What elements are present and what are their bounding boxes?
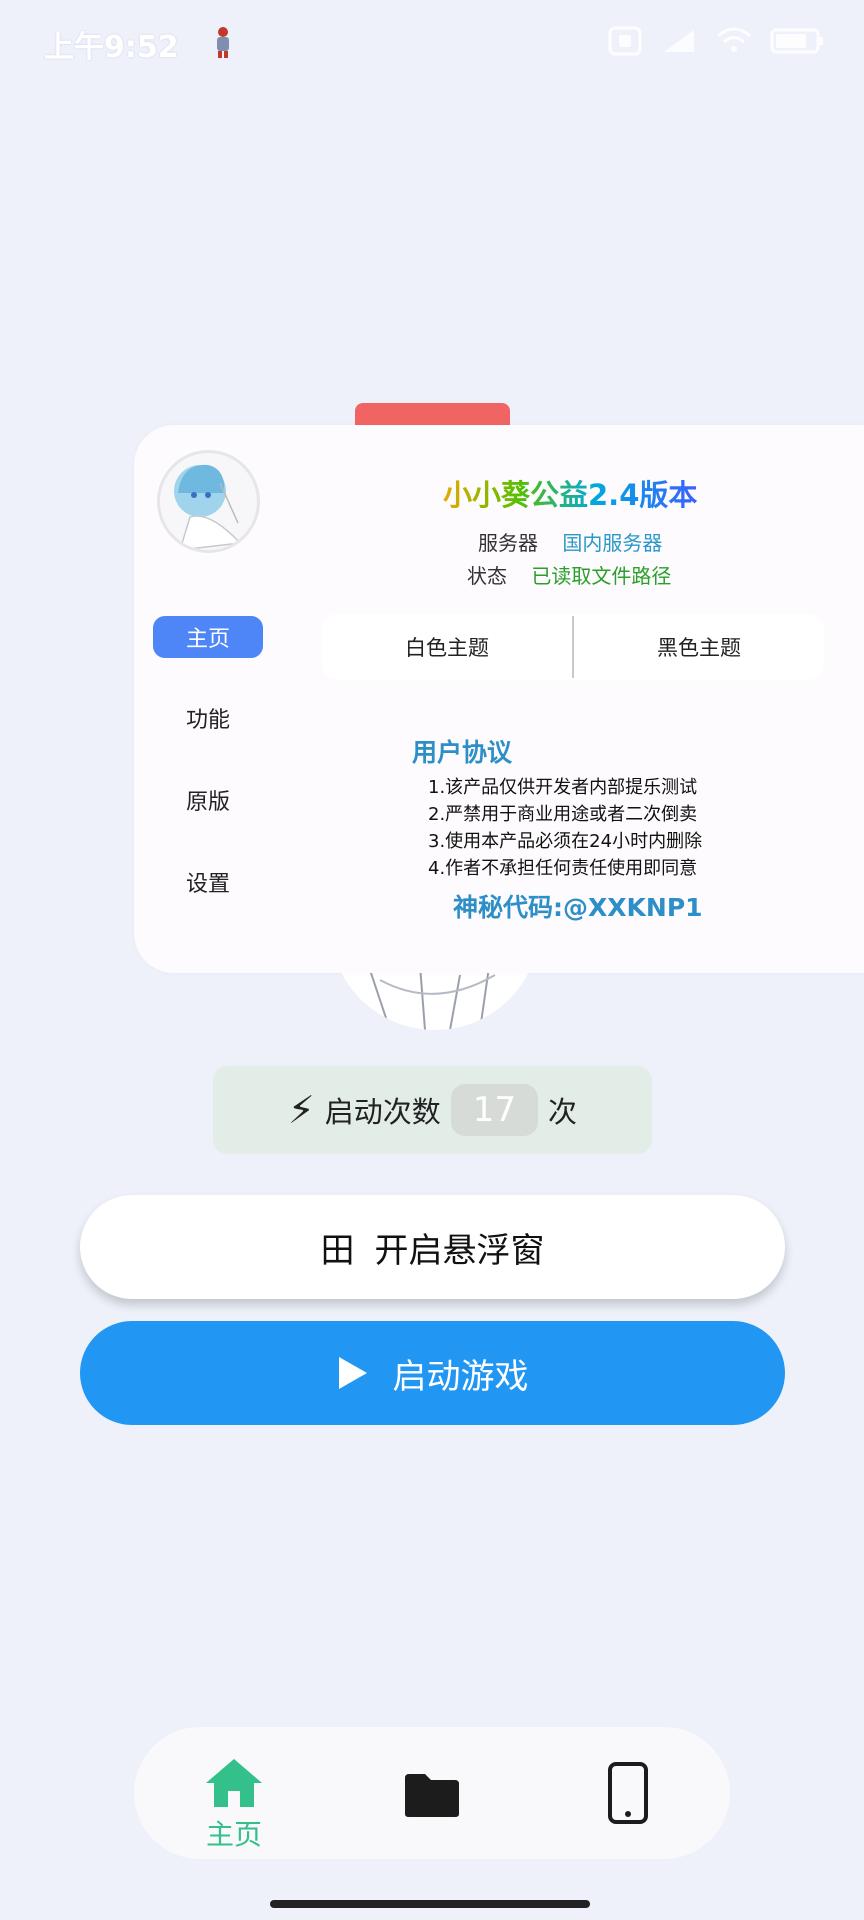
agreement-line: 4.作者不承担任何责任使用即同意 — [428, 858, 698, 879]
status-bar: 上午9:52 — [0, 0, 864, 90]
status-label: 状态 — [467, 564, 507, 588]
nav-home-label: 主页 — [205, 1818, 262, 1851]
server-value: 国内服务器 — [562, 531, 663, 555]
side-nav-original[interactable]: 原版 — [153, 779, 263, 821]
play-icon — [338, 1357, 367, 1389]
agreement-lines: 1.该产品仅供开发者内部提乐测试 2.严禁用于商业用途或者二次倒卖 3.使用本产… — [428, 774, 702, 882]
lightning-icon: ⚡ — [288, 1088, 315, 1132]
floating-window-label: 开启悬浮窗 — [374, 1230, 545, 1271]
launch-counter: ⚡ 启动次数 17 次 — [213, 1066, 652, 1154]
side-nav-settings[interactable]: 设置 — [153, 861, 263, 903]
folder-icon — [405, 1774, 459, 1817]
signal-icon — [664, 30, 694, 52]
theme-switch: 白色主题 黑色主题 — [322, 614, 824, 680]
start-game-label: 启动游戏 — [392, 1356, 529, 1397]
anime-avatar-icon — [174, 464, 242, 550]
avatar[interactable] — [157, 450, 260, 553]
wifi-icon — [717, 27, 751, 52]
agreement-line: 2.严禁用于商业用途或者二次倒卖 — [428, 804, 698, 825]
secret-code: 神秘代码:@XXKNP1 — [453, 893, 703, 922]
light-theme-button[interactable]: 白色主题 — [322, 614, 572, 680]
nav-files[interactable] — [382, 1772, 482, 1818]
status-row: 状态 已读取文件路径 — [467, 560, 671, 589]
status-value: 已读取文件路径 — [531, 564, 672, 588]
server-label: 服务器 — [478, 531, 538, 555]
dark-theme-button[interactable]: 黑色主题 — [574, 614, 824, 680]
grid-icon: 田 — [320, 1230, 355, 1271]
battery-icon — [770, 28, 823, 54]
floating-window-button[interactable]: 田 开启悬浮窗 — [80, 1195, 785, 1299]
counter-value: 17 — [450, 1084, 538, 1136]
agreement-title: 用户协议 — [411, 738, 512, 767]
server-row: 服务器 国内服务器 — [478, 527, 662, 556]
notification-figure-icon — [217, 27, 229, 58]
counter-label: 启动次数 — [324, 1095, 441, 1129]
home-indicator[interactable] — [270, 1900, 590, 1908]
status-icons — [608, 26, 824, 56]
status-time: 上午9:52 — [44, 30, 179, 65]
app-title: 小小葵公益2.4版本 — [443, 472, 697, 514]
nav-device[interactable] — [578, 1762, 678, 1824]
agreement-line: 1.该产品仅供开发者内部提乐测试 — [428, 777, 698, 798]
phone-icon — [608, 1762, 648, 1824]
home-icon — [206, 1759, 262, 1807]
counter-suffix: 次 — [547, 1095, 577, 1129]
agreement-line: 3.使用本产品必须在24小时内删除 — [428, 831, 703, 852]
side-nav-home[interactable]: 主页 — [153, 616, 263, 658]
start-game-button[interactable]: 启动游戏 — [80, 1321, 785, 1425]
nfc-icon — [608, 26, 642, 56]
nav-home[interactable]: 主页 — [184, 1757, 284, 1853]
